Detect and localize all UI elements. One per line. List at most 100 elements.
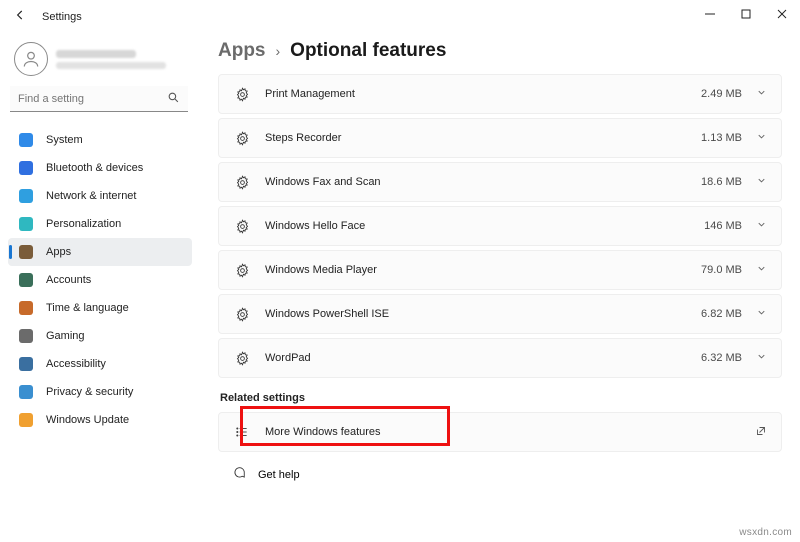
feature-row[interactable]: Steps Recorder1.13 MB	[218, 118, 782, 158]
clock-icon	[19, 301, 33, 315]
chevron-down-icon	[756, 131, 767, 145]
help-icon	[232, 466, 246, 483]
feature-size: 1.13 MB	[701, 132, 742, 144]
window-controls	[692, 0, 800, 28]
sidebar-item-gaming[interactable]: Gaming	[8, 322, 192, 350]
sidebar-item-update[interactable]: Windows Update	[8, 406, 192, 434]
sidebar-item-system[interactable]: System	[8, 126, 192, 154]
feature-size: 18.6 MB	[701, 176, 742, 188]
sidebar: System Bluetooth & devices Network & int…	[0, 34, 196, 542]
feature-row[interactable]: Windows Fax and Scan18.6 MB	[218, 162, 782, 202]
avatar	[14, 42, 48, 76]
gear-outline-icon	[233, 175, 251, 190]
feature-row[interactable]: Print Management2.49 MB	[218, 74, 782, 114]
sidebar-item-personalization[interactable]: Personalization	[8, 210, 192, 238]
feature-size: 79.0 MB	[701, 264, 742, 276]
accounts-icon	[19, 273, 33, 287]
search-input[interactable]	[10, 86, 188, 112]
feature-size: 6.82 MB	[701, 308, 742, 320]
gear-outline-icon	[233, 263, 251, 278]
search-box[interactable]	[10, 86, 188, 112]
window-title: Settings	[42, 11, 82, 23]
arrow-left-icon	[13, 8, 27, 22]
sidebar-item-label: Accounts	[46, 274, 91, 286]
feature-size: 146 MB	[704, 220, 742, 232]
feature-name: Windows Media Player	[265, 264, 701, 276]
person-icon	[21, 49, 41, 69]
chevron-down-icon	[756, 219, 767, 233]
more-windows-features-row[interactable]: More Windows features	[218, 412, 782, 452]
back-button[interactable]	[10, 8, 30, 27]
main-content: Apps › Optional features Print Managemen…	[196, 34, 800, 542]
sidebar-item-label: Gaming	[46, 330, 85, 342]
feature-row[interactable]: Windows Media Player79.0 MB	[218, 250, 782, 290]
accessibility-icon	[19, 357, 33, 371]
related-settings-header: Related settings	[220, 392, 782, 404]
game-icon	[19, 329, 33, 343]
apps-icon	[19, 245, 33, 259]
sidebar-item-label: Windows Update	[46, 414, 129, 426]
watermark: wsxdn.com	[739, 527, 792, 538]
sidebar-item-label: Accessibility	[46, 358, 106, 370]
breadcrumb-parent[interactable]: Apps	[218, 40, 266, 62]
get-help-label: Get help	[258, 469, 300, 481]
minimize-icon	[705, 9, 715, 19]
sidebar-item-network[interactable]: Network & internet	[8, 182, 192, 210]
feature-name: WordPad	[265, 352, 701, 364]
sidebar-item-privacy[interactable]: Privacy & security	[8, 378, 192, 406]
open-external-icon	[755, 425, 767, 440]
chevron-right-icon: ›	[276, 43, 281, 59]
feature-name: Steps Recorder	[265, 132, 701, 144]
sidebar-item-label: Network & internet	[46, 190, 136, 202]
more-features-label: More Windows features	[265, 426, 755, 438]
title-bar: Settings	[0, 0, 800, 34]
feature-name: Windows PowerShell ISE	[265, 308, 701, 320]
gear-outline-icon	[233, 351, 251, 366]
sidebar-item-accessibility[interactable]: Accessibility	[8, 350, 192, 378]
feature-size: 2.49 MB	[701, 88, 742, 100]
sidebar-item-apps[interactable]: Apps	[8, 238, 192, 266]
chevron-down-icon	[756, 307, 767, 321]
close-button[interactable]	[764, 0, 800, 28]
account-header[interactable]	[8, 38, 192, 86]
update-icon	[19, 413, 33, 427]
chevron-down-icon	[756, 87, 767, 101]
minimize-button[interactable]	[692, 0, 728, 28]
close-icon	[777, 9, 787, 19]
gear-outline-icon	[233, 87, 251, 102]
chevron-down-icon	[756, 175, 767, 189]
feature-name: Windows Hello Face	[265, 220, 704, 232]
sidebar-item-bluetooth[interactable]: Bluetooth & devices	[8, 154, 192, 182]
list-icon	[233, 425, 251, 439]
sidebar-item-label: Privacy & security	[46, 386, 133, 398]
feature-row[interactable]: Windows Hello Face146 MB	[218, 206, 782, 246]
system-icon	[19, 133, 33, 147]
chevron-down-icon	[756, 263, 767, 277]
sidebar-item-label: Time & language	[46, 302, 129, 314]
wifi-icon	[19, 189, 33, 203]
brush-icon	[19, 217, 33, 231]
bluetooth-icon	[19, 161, 33, 175]
shield-icon	[19, 385, 33, 399]
sidebar-item-label: System	[46, 134, 83, 146]
maximize-button[interactable]	[728, 0, 764, 28]
sidebar-item-label: Apps	[46, 246, 71, 258]
gear-outline-icon	[233, 131, 251, 146]
search-icon	[167, 91, 180, 109]
sidebar-item-label: Personalization	[46, 218, 121, 230]
feature-list: Print Management2.49 MBSteps Recorder1.1…	[218, 74, 782, 378]
feature-size: 6.32 MB	[701, 352, 742, 364]
maximize-icon	[741, 9, 751, 19]
feature-row[interactable]: WordPad6.32 MB	[218, 338, 782, 378]
feature-name: Windows Fax and Scan	[265, 176, 701, 188]
sidebar-item-accounts[interactable]: Accounts	[8, 266, 192, 294]
gear-outline-icon	[233, 307, 251, 322]
page-title: Optional features	[290, 40, 446, 62]
sidebar-item-time[interactable]: Time & language	[8, 294, 192, 322]
account-name-blurred	[56, 50, 166, 69]
get-help-link[interactable]: Get help	[218, 466, 782, 483]
breadcrumb: Apps › Optional features	[218, 40, 782, 62]
chevron-down-icon	[756, 351, 767, 365]
sidebar-nav: System Bluetooth & devices Network & int…	[8, 126, 192, 434]
feature-row[interactable]: Windows PowerShell ISE6.82 MB	[218, 294, 782, 334]
